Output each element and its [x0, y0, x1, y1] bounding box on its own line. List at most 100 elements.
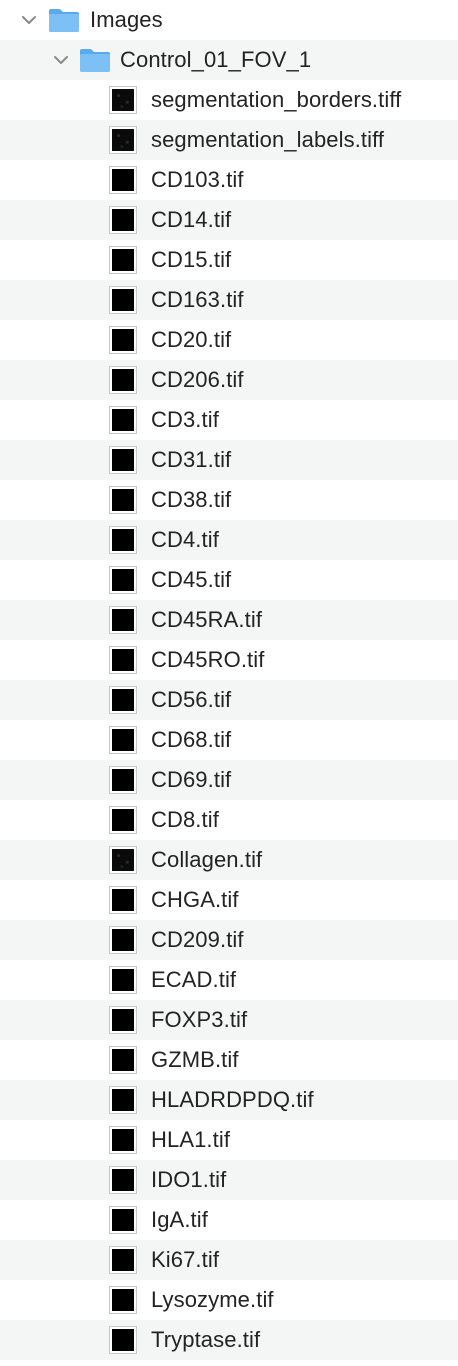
file-label: CD209.tif — [151, 927, 244, 952]
file-list-item[interactable]: CD68.tif — [0, 720, 458, 760]
file-list-item[interactable]: CD45.tif — [0, 560, 458, 600]
file-label: CD15.tif — [151, 247, 232, 272]
file-list-item[interactable]: CD4.tif — [0, 520, 458, 560]
file-label: Lysozyme.tif — [151, 1287, 274, 1312]
folder-label: Control_01_FOV_1 — [120, 47, 312, 72]
file-label: CD45.tif — [151, 567, 232, 592]
file-label: CD103.tif — [151, 167, 244, 192]
file-label: Tryptase.tif — [151, 1327, 261, 1352]
file-list-item[interactable]: CD69.tif — [0, 760, 458, 800]
tree-row-subfolder[interactable]: Control_01_FOV_1 — [0, 40, 458, 80]
image-thumbnail-icon — [109, 286, 137, 314]
image-thumbnail-icon — [109, 1206, 137, 1234]
image-thumbnail-icon — [109, 1246, 137, 1274]
file-list-item[interactable]: CD8.tif — [0, 800, 458, 840]
file-list-item[interactable]: Lysozyme.tif — [0, 1280, 458, 1320]
tree-row-images-folder[interactable]: Images — [0, 0, 458, 40]
file-label: CD69.tif — [151, 767, 232, 792]
file-label: CD38.tif — [151, 487, 232, 512]
file-label: CD8.tif — [151, 807, 219, 832]
file-list-item[interactable]: FOXP3.tif — [0, 1000, 458, 1040]
file-label: CD20.tif — [151, 327, 232, 352]
image-thumbnail-icon — [109, 806, 137, 834]
image-thumbnail-icon — [109, 726, 137, 754]
file-list-item[interactable]: HLA1.tif — [0, 1120, 458, 1160]
image-thumbnail-icon — [109, 446, 137, 474]
file-list-item[interactable]: Ki67.tif — [0, 1240, 458, 1280]
file-list-item[interactable]: CD206.tif — [0, 360, 458, 400]
file-list-item[interactable]: HLADRDPDQ.tif — [0, 1080, 458, 1120]
image-thumbnail-icon — [109, 246, 137, 274]
file-list-item[interactable]: segmentation_borders.tiff — [0, 80, 458, 120]
file-list: segmentation_borders.tiff segmentation_la… — [0, 80, 458, 1360]
file-list-item[interactable]: CD209.tif — [0, 920, 458, 960]
image-thumbnail-icon — [109, 1046, 137, 1074]
image-thumbnail-icon — [109, 846, 137, 874]
file-label: HLADRDPDQ.tif — [151, 1087, 314, 1112]
file-label: GZMB.tif — [151, 1047, 239, 1072]
image-thumbnail-icon — [109, 646, 137, 674]
image-thumbnail-icon — [109, 366, 137, 394]
file-label: ECAD.tif — [151, 967, 237, 992]
file-list-item[interactable]: CD20.tif — [0, 320, 458, 360]
image-thumbnail-icon — [109, 966, 137, 994]
image-thumbnail-icon — [109, 86, 137, 114]
image-thumbnail-icon — [109, 886, 137, 914]
file-list-item[interactable]: CD38.tif — [0, 480, 458, 520]
file-label: CD206.tif — [151, 367, 244, 392]
image-thumbnail-icon — [109, 926, 137, 954]
image-thumbnail-icon — [109, 766, 137, 794]
file-list-item[interactable]: CD3.tif — [0, 400, 458, 440]
image-thumbnail-icon — [109, 206, 137, 234]
image-thumbnail-icon — [109, 1006, 137, 1034]
file-list-item[interactable]: CD103.tif — [0, 160, 458, 200]
file-list-item[interactable]: CD15.tif — [0, 240, 458, 280]
file-label: CD14.tif — [151, 207, 232, 232]
file-label: CD3.tif — [151, 407, 219, 432]
file-label: CD56.tif — [151, 687, 232, 712]
file-label: CD163.tif — [151, 287, 244, 312]
file-label: CD4.tif — [151, 527, 219, 552]
file-list-item[interactable]: CD56.tif — [0, 680, 458, 720]
image-thumbnail-icon — [109, 126, 137, 154]
image-thumbnail-icon — [109, 526, 137, 554]
image-thumbnail-icon — [109, 1286, 137, 1314]
image-thumbnail-icon — [109, 1126, 137, 1154]
file-list-item[interactable]: Tryptase.tif — [0, 1320, 458, 1360]
file-list-item[interactable]: IDO1.tif — [0, 1160, 458, 1200]
file-list-item[interactable]: CD14.tif — [0, 200, 458, 240]
file-list-item[interactable]: CD45RA.tif — [0, 600, 458, 640]
file-list-item[interactable]: ECAD.tif — [0, 960, 458, 1000]
file-label: Collagen.tif — [151, 847, 263, 872]
image-thumbnail-icon — [109, 686, 137, 714]
image-thumbnail-icon — [109, 1086, 137, 1114]
file-list-item[interactable]: CD31.tif — [0, 440, 458, 480]
folder-icon — [80, 49, 110, 72]
file-label: CD45RA.tif — [151, 607, 263, 632]
file-label: IDO1.tif — [151, 1167, 227, 1192]
file-label: segmentation_borders.tiff — [151, 87, 402, 112]
file-list-item[interactable]: Collagen.tif — [0, 840, 458, 880]
chevron-down-icon[interactable] — [52, 51, 70, 69]
image-thumbnail-icon — [109, 1166, 137, 1194]
file-label: CD45RO.tif — [151, 647, 265, 672]
file-label: segmentation_labels.tiff — [151, 127, 385, 152]
file-list-item[interactable]: CD45RO.tif — [0, 640, 458, 680]
file-list-item[interactable]: CD163.tif — [0, 280, 458, 320]
file-list-item[interactable]: IgA.tif — [0, 1200, 458, 1240]
file-list-item[interactable]: segmentation_labels.tiff — [0, 120, 458, 160]
image-thumbnail-icon — [109, 326, 137, 354]
file-label: FOXP3.tif — [151, 1007, 248, 1032]
chevron-down-icon[interactable] — [20, 11, 38, 29]
image-thumbnail-icon — [109, 486, 137, 514]
folder-icon — [49, 9, 79, 32]
image-thumbnail-icon — [109, 166, 137, 194]
file-list-item[interactable]: CHGA.tif — [0, 880, 458, 920]
file-list-item[interactable]: GZMB.tif — [0, 1040, 458, 1080]
image-thumbnail-icon — [109, 566, 137, 594]
image-thumbnail-icon — [109, 406, 137, 434]
file-tree: Images Control_01_FOV_1 segmentation_bor… — [0, 0, 458, 1366]
file-label: IgA.tif — [151, 1207, 208, 1232]
image-thumbnail-icon — [109, 606, 137, 634]
file-label: HLA1.tif — [151, 1127, 231, 1152]
